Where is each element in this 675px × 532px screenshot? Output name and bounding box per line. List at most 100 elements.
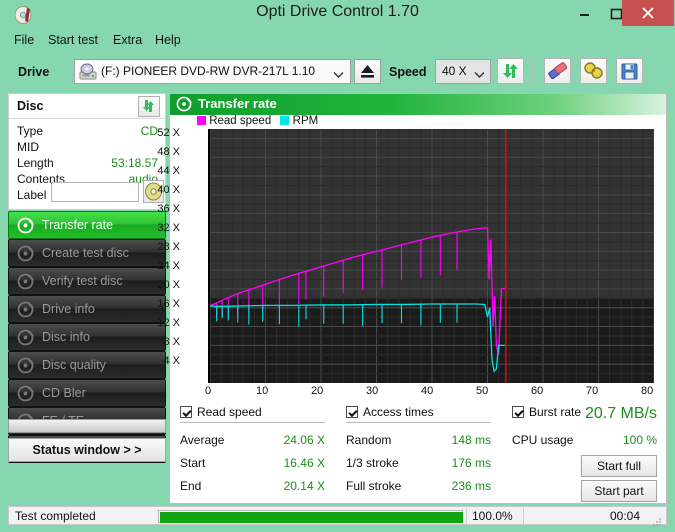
stat-value-full-stroke: 236 ms bbox=[451, 479, 491, 493]
stats-panel: Read speed Average 24.06 X Start 16.46 X… bbox=[170, 405, 666, 503]
stat-value-average: 24.06 X bbox=[283, 433, 325, 447]
legend-swatch-read-speed bbox=[197, 116, 206, 125]
stat-value-start: 16.46 X bbox=[283, 456, 325, 470]
minimize-button[interactable] bbox=[569, 0, 599, 26]
sidebar-item-label: CD Bler bbox=[42, 386, 86, 400]
progress-bar bbox=[158, 510, 463, 523]
stat-value-third-stroke: 176 ms bbox=[451, 456, 491, 470]
stat-key-start: Start bbox=[180, 456, 206, 470]
y-tick-label: 24 X bbox=[157, 260, 180, 272]
y-tick-label: 16 X bbox=[157, 298, 180, 310]
sidebar-item-label: Disc quality bbox=[42, 358, 106, 372]
toolbar: Drive (F:) PIONEER DVD-RW DVR-217L 1.10 bbox=[8, 54, 667, 92]
legend-label-rpm: RPM bbox=[292, 115, 319, 127]
stat-row-random: Random 148 ms bbox=[346, 433, 491, 449]
stat-key-cpu-usage: CPU usage bbox=[512, 433, 574, 447]
divider bbox=[466, 508, 467, 525]
stat-row-third-stroke: 1/3 stroke 176 ms bbox=[346, 456, 491, 472]
divider bbox=[523, 508, 524, 525]
y-tick-label: 4 X bbox=[163, 355, 180, 367]
x-tick-label: 30 bbox=[366, 385, 379, 397]
close-button[interactable] bbox=[622, 0, 674, 26]
chevron-down-icon bbox=[333, 66, 344, 84]
disc-key-label: Label bbox=[17, 188, 47, 202]
main-panel-header: Transfer rate bbox=[170, 94, 666, 115]
menu-bar: File Start test Extra Help bbox=[8, 31, 667, 51]
progress-bar-fill bbox=[160, 512, 463, 523]
start-part-button[interactable]: Start part bbox=[581, 480, 657, 502]
menu-start-test[interactable]: Start test bbox=[48, 33, 98, 47]
start-full-button[interactable]: Start full bbox=[581, 455, 657, 477]
y-tick-label: 40 X bbox=[157, 184, 180, 196]
menu-help[interactable]: Help bbox=[155, 33, 181, 47]
x-tick-label: 50 bbox=[476, 385, 489, 397]
y-tick-label: 12 X bbox=[157, 317, 180, 329]
disc-label-input[interactable] bbox=[51, 182, 139, 202]
stat-row-end: End 20.14 X bbox=[180, 479, 325, 495]
drive-value: (F:) PIONEER DVD-RW DVR-217L 1.10 bbox=[101, 64, 316, 78]
drive-icon bbox=[79, 63, 97, 81]
stat-row-full-stroke: Full stroke 236 ms bbox=[346, 479, 491, 495]
disc-refresh-button[interactable] bbox=[138, 96, 160, 117]
x-tick-label: 40 bbox=[421, 385, 434, 397]
resize-grip-icon[interactable] bbox=[652, 514, 662, 526]
chart-legend: Read speed RPM bbox=[197, 115, 318, 129]
disc-test-icon bbox=[17, 245, 34, 262]
disc-test-icon bbox=[17, 385, 34, 402]
title-bar: Opti Drive Control 1.70 bbox=[0, 0, 675, 29]
x-tick-label: 10 bbox=[256, 385, 269, 397]
burst-rate-value: 20.7 MB/s bbox=[584, 405, 657, 422]
disc-key-mid: MID bbox=[17, 140, 39, 154]
eject-button[interactable] bbox=[354, 59, 381, 84]
toolbar-separator bbox=[532, 59, 533, 83]
burst-rate-title: Burst rate bbox=[529, 405, 582, 419]
save-icon-button[interactable] bbox=[616, 58, 643, 84]
disc-key-length: Length bbox=[17, 156, 54, 170]
x-tick-label: 0 bbox=[205, 385, 212, 397]
y-tick-label: 36 X bbox=[157, 203, 180, 215]
access-times-title: Access times bbox=[363, 405, 434, 419]
read-speed-title: Read speed bbox=[197, 405, 262, 419]
menu-extra[interactable]: Extra bbox=[113, 33, 142, 47]
stat-row-cpu-usage: CPU usage 100 % bbox=[512, 433, 657, 449]
drive-label: Drive bbox=[18, 65, 50, 79]
magnifier-icon-button[interactable] bbox=[580, 58, 607, 84]
sidebar-item-label: Drive info bbox=[42, 302, 95, 316]
speed-select[interactable]: 40 X bbox=[435, 59, 491, 84]
status-window-button[interactable]: Status window > > bbox=[8, 438, 166, 462]
disc-test-icon bbox=[17, 273, 34, 290]
chevron-down-icon bbox=[474, 66, 485, 84]
elapsed-time-label: 00:04 bbox=[609, 509, 640, 523]
sidebar-item-label: Transfer rate bbox=[42, 218, 114, 232]
x-tick-label: 20 bbox=[311, 385, 324, 397]
disc-test-icon bbox=[17, 217, 34, 234]
drive-select[interactable]: (F:) PIONEER DVD-RW DVR-217L 1.10 bbox=[74, 59, 351, 84]
y-tick-label: 48 X bbox=[157, 146, 180, 158]
y-tick-label: 52 X bbox=[157, 127, 180, 139]
sidebar-item-cd-bler[interactable]: CD Bler bbox=[8, 379, 166, 407]
read-speed-checkbox[interactable] bbox=[180, 406, 192, 418]
y-tick-label: 44 X bbox=[157, 165, 180, 177]
sidebar-item-label: Verify test disc bbox=[42, 274, 123, 288]
disc-test-icon bbox=[176, 96, 192, 112]
refresh-icon-button[interactable] bbox=[497, 58, 524, 84]
stat-value-end: 20.14 X bbox=[283, 479, 325, 493]
menu-file[interactable]: File bbox=[14, 33, 34, 47]
disc-key-type: Type bbox=[17, 124, 44, 138]
stat-key-random: Random bbox=[346, 433, 392, 447]
x-tick-label: 60 bbox=[531, 385, 544, 397]
stat-key-end: End bbox=[180, 479, 202, 493]
access-times-checkbox[interactable] bbox=[346, 406, 358, 418]
stat-row-average: Average 24.06 X bbox=[180, 433, 325, 449]
disc-test-icon bbox=[17, 357, 34, 374]
chart-plot-area[interactable] bbox=[208, 129, 654, 383]
main-panel-title: Transfer rate bbox=[198, 96, 277, 111]
x-tick-label: 80 bbox=[641, 385, 654, 397]
sidebar-item-label: Disc info bbox=[42, 330, 90, 344]
speed-value: 40 X bbox=[442, 64, 467, 78]
eraser-icon-button[interactable] bbox=[544, 58, 571, 84]
burst-rate-checkbox[interactable] bbox=[512, 406, 524, 418]
y-tick-label: 32 X bbox=[157, 222, 180, 234]
stat-value-random: 148 ms bbox=[451, 433, 491, 447]
x-tick-label: 70 bbox=[586, 385, 599, 397]
